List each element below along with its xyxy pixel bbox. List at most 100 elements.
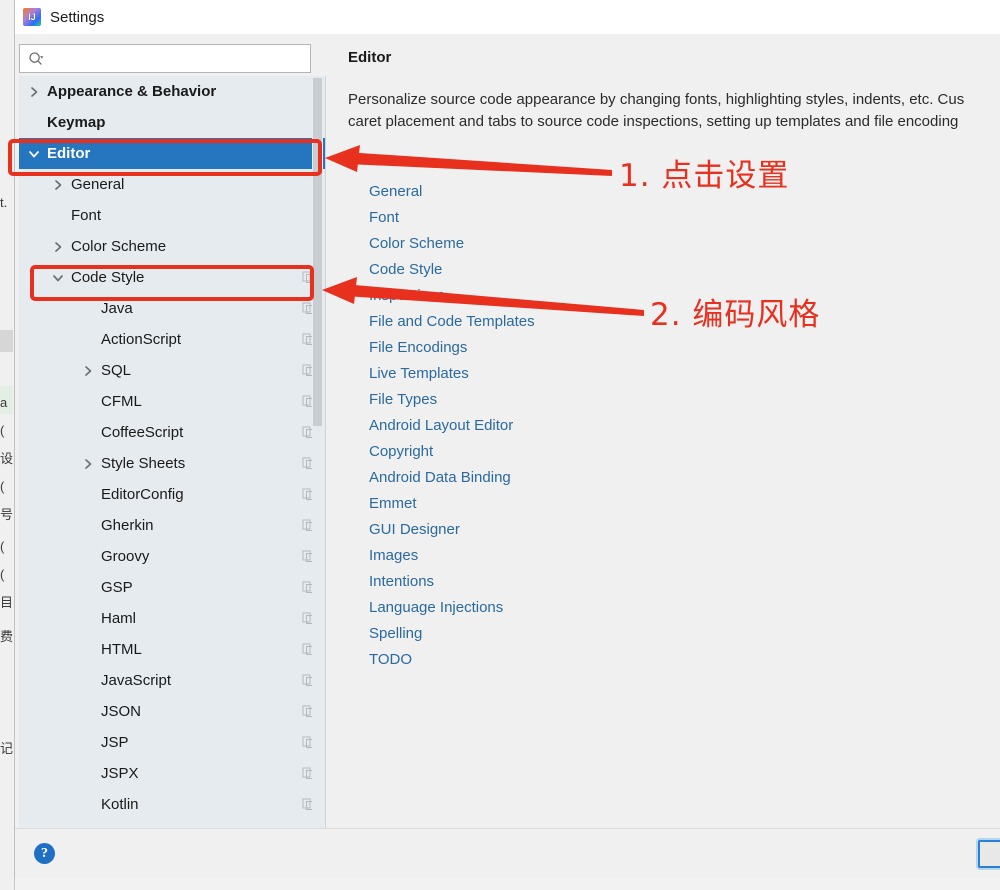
settings-link-android-layout-editor[interactable]: Android Layout Editor bbox=[369, 413, 535, 439]
settings-link-file-and-code-templates[interactable]: File and Code Templates bbox=[369, 309, 535, 335]
sidebar-item-label: Font bbox=[71, 207, 102, 224]
settings-link-gui-designer[interactable]: GUI Designer bbox=[369, 517, 535, 543]
sidebar-item-label: Code Style bbox=[71, 269, 145, 286]
settings-link-spelling[interactable]: Spelling bbox=[369, 621, 535, 647]
sidebar-item-jsp[interactable]: JSP bbox=[19, 727, 325, 758]
sidebar-item-cfml[interactable]: CFML bbox=[19, 386, 325, 417]
sidebar-item-editor[interactable]: Editor bbox=[19, 138, 325, 169]
sidebar-item-keymap[interactable]: Keymap bbox=[19, 107, 325, 138]
sidebar-item-label: General bbox=[71, 176, 125, 193]
page-description: Personalize source code appearance by ch… bbox=[348, 91, 965, 130]
sidebar-item-actionscript[interactable]: ActionScript bbox=[19, 324, 325, 355]
settings-link-copyright[interactable]: Copyright bbox=[369, 439, 535, 465]
settings-link-android-data-binding[interactable]: Android Data Binding bbox=[369, 465, 535, 491]
sidebar-item-color-scheme[interactable]: Color Scheme bbox=[19, 231, 325, 262]
sidebar-item-label: ActionScript bbox=[101, 331, 182, 348]
settings-link-code-style[interactable]: Code Style bbox=[369, 257, 535, 283]
sidebar-item-label: CFML bbox=[101, 393, 142, 410]
page-title: Editor bbox=[348, 49, 392, 66]
search-field-wrapper[interactable] bbox=[19, 44, 311, 73]
background-text-fragment: ( bbox=[0, 424, 5, 438]
sidebar-item-label: JSON bbox=[101, 703, 142, 720]
settings-link-file-encodings[interactable]: File Encodings bbox=[369, 335, 535, 361]
chevron-right-icon[interactable] bbox=[81, 457, 95, 471]
sidebar-item-label: HTML bbox=[101, 641, 142, 658]
sidebar-item-gsp[interactable]: GSP bbox=[19, 572, 325, 603]
tree-scrollbar-thumb[interactable] bbox=[313, 78, 322, 426]
search-box[interactable] bbox=[19, 44, 311, 73]
settings-link-inspections[interactable]: Inspections bbox=[369, 283, 535, 309]
settings-tree[interactable]: Appearance & Behavior Keymap Editor General… bbox=[19, 76, 326, 828]
chevron-right-icon[interactable] bbox=[51, 178, 65, 192]
settings-link-todo[interactable]: TODO bbox=[369, 647, 535, 673]
background-text-fragment: ( bbox=[0, 480, 5, 494]
sidebar-item-style-sheets[interactable]: Style Sheets bbox=[19, 448, 325, 479]
chevron-right-icon[interactable] bbox=[27, 85, 41, 99]
intellij-idea-icon bbox=[23, 8, 41, 26]
background-text-fragment: ( bbox=[0, 540, 5, 554]
sidebar-item-label: Keymap bbox=[47, 114, 106, 131]
sidebar-item-groovy[interactable]: Groovy bbox=[19, 541, 325, 572]
settings-link-emmet[interactable]: Emmet bbox=[369, 491, 535, 517]
search-input[interactable] bbox=[48, 50, 292, 67]
settings-dialog: Settings Appearance & Behavior Keymap Edit… bbox=[14, 0, 1000, 878]
settings-link-images[interactable]: Images bbox=[369, 543, 535, 569]
sidebar-item-appearance-behavior[interactable]: Appearance & Behavior bbox=[19, 76, 325, 107]
settings-link-live-templates[interactable]: Live Templates bbox=[369, 361, 535, 387]
settings-link-general[interactable]: General bbox=[369, 179, 535, 205]
dialog-bottom-bar: ? bbox=[15, 828, 1000, 878]
settings-link-color-scheme[interactable]: Color Scheme bbox=[369, 231, 535, 257]
background-text-fragment: 费 bbox=[0, 630, 14, 644]
sidebar-item-font[interactable]: Font bbox=[19, 200, 325, 231]
sidebar-item-haml[interactable]: Haml bbox=[19, 603, 325, 634]
search-icon bbox=[28, 51, 44, 67]
chevron-right-icon[interactable] bbox=[81, 364, 95, 378]
sidebar-item-coffeescript[interactable]: CoffeeScript bbox=[19, 417, 325, 448]
sidebar-item-label: Kotlin bbox=[101, 796, 139, 813]
settings-link-intentions[interactable]: Intentions bbox=[369, 569, 535, 595]
sidebar-item-label: JavaScript bbox=[101, 672, 172, 689]
chevron-down-icon[interactable] bbox=[27, 147, 41, 161]
settings-link-file-types[interactable]: File Types bbox=[369, 387, 535, 413]
help-button[interactable]: ? bbox=[34, 843, 55, 864]
sidebar-item-label: GSP bbox=[101, 579, 133, 596]
sidebar-item-javascript[interactable]: JavaScript bbox=[19, 665, 325, 696]
background-text-fragment: 号 bbox=[0, 508, 14, 522]
sidebar-item-html[interactable]: HTML bbox=[19, 634, 325, 665]
settings-link-font[interactable]: Font bbox=[369, 205, 535, 231]
sidebar-item-json[interactable]: JSON bbox=[19, 696, 325, 727]
sidebar-item-label: JSPX bbox=[101, 765, 139, 782]
background-text-fragment: 目 bbox=[0, 596, 14, 610]
sidebar-item-gherkin[interactable]: Gherkin bbox=[19, 510, 325, 541]
sidebar-item-label: Java bbox=[101, 300, 133, 317]
sidebar-item-label: SQL bbox=[101, 362, 132, 379]
window-title: Settings bbox=[50, 8, 105, 26]
settings-link-language-injections[interactable]: Language Injections bbox=[369, 595, 535, 621]
settings-link-list[interactable]: General Font Color Scheme Code Style Inspect… bbox=[369, 179, 535, 673]
chevron-right-icon[interactable] bbox=[51, 240, 65, 254]
sidebar-item-editorconfig[interactable]: EditorConfig bbox=[19, 479, 325, 510]
sidebar-item-java[interactable]: Java bbox=[19, 293, 325, 324]
sidebar-item-jspx[interactable]: JSPX bbox=[19, 758, 325, 789]
chevron-down-icon[interactable] bbox=[51, 271, 65, 285]
ok-button[interactable] bbox=[978, 840, 1000, 868]
sidebar-item-label: Appearance & Behavior bbox=[47, 83, 217, 100]
sidebar-item-label: JSP bbox=[101, 734, 129, 751]
sidebar-item-kotlin[interactable]: Kotlin bbox=[19, 789, 325, 820]
background-text-fragment: ( bbox=[0, 568, 5, 582]
sidebar-item-code-style[interactable]: Code Style bbox=[19, 262, 325, 293]
sidebar-item-sql[interactable]: SQL bbox=[19, 355, 325, 386]
sidebar-item-general[interactable]: General bbox=[19, 169, 325, 200]
